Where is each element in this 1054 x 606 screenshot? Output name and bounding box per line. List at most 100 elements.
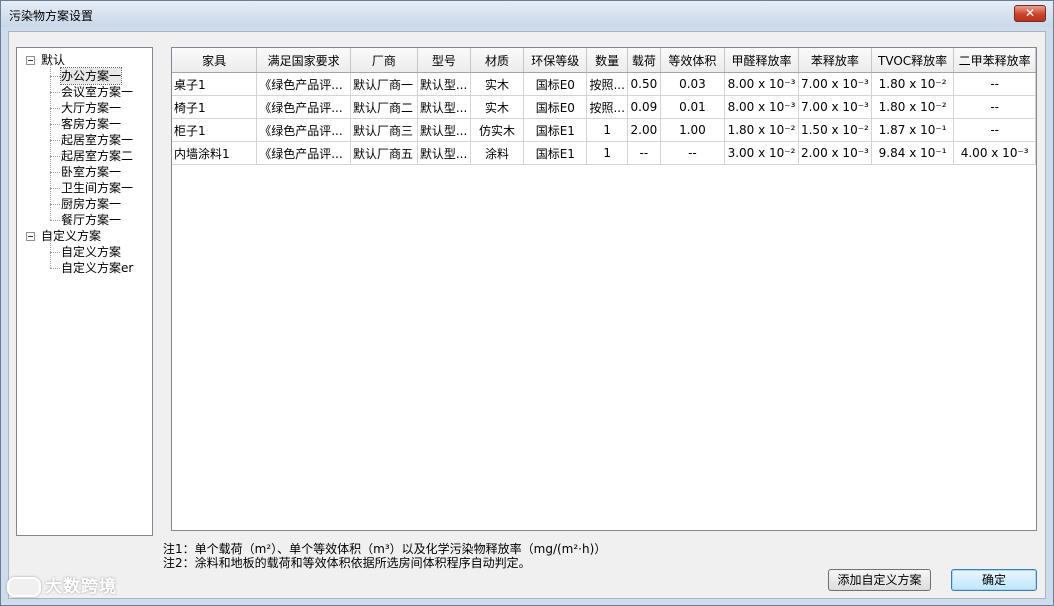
table-cell[interactable]: 国标E0 bbox=[523, 95, 588, 119]
watermark-text: 大数跨境 bbox=[45, 577, 117, 597]
tree-connector bbox=[50, 140, 60, 141]
table-cell[interactable]: 按照... bbox=[586, 72, 628, 96]
table-cell[interactable]: 内墙涂料1 bbox=[172, 141, 258, 165]
column-header[interactable]: 满足国家要求 bbox=[256, 48, 351, 73]
table-cell[interactable]: 3.00 x 10⁻² bbox=[724, 141, 799, 165]
dialog-window: 污染物方案设置 ✕ 默认 办公方案一 会议室方案一 大厅方案一 客房方案一 起居室方案一起… bbox=[0, 0, 1054, 606]
table-cell[interactable]: 《绿色产品评... bbox=[256, 72, 351, 96]
table-cell[interactable]: 0.50 bbox=[627, 72, 661, 96]
table-cell[interactable]: 按照... bbox=[586, 95, 628, 119]
table-cell[interactable]: 国标E1 bbox=[523, 118, 588, 142]
scheme-tree[interactable]: 默认 办公方案一 会议室方案一 大厅方案一 客房方案一 起居室方案一 起居室方案二 卧室方案一… bbox=[16, 47, 153, 536]
column-header[interactable]: 载荷 bbox=[627, 48, 661, 73]
table-cell[interactable]: 0.09 bbox=[627, 95, 661, 119]
column-header[interactable]: 厂商 bbox=[350, 48, 418, 73]
table-cell[interactable]: 《绿色产品评... bbox=[256, 141, 351, 165]
table-cell[interactable]: 1.87 x 10⁻¹ bbox=[871, 118, 955, 142]
column-header[interactable]: 家具 bbox=[172, 48, 258, 73]
ok-button[interactable]: 确定 bbox=[951, 569, 1037, 591]
tree-item[interactable]: 办公方案一 bbox=[59, 67, 123, 85]
column-header[interactable]: 苯释放率 bbox=[798, 48, 872, 73]
table-cell[interactable]: 9.84 x 10⁻¹ bbox=[871, 141, 955, 165]
column-header[interactable]: 环保等级 bbox=[523, 48, 588, 73]
table-row[interactable]: 柜子1 《绿色产品评... 默认厂商三 默认型... 仿实木 国标E1 1 2.00 1.00 1… bbox=[172, 118, 1036, 142]
tree-item[interactable]: 大厅方案一 bbox=[61, 100, 121, 116]
watermark-logo: 大数跨境 bbox=[7, 572, 117, 597]
table-cell[interactable]: 1 bbox=[586, 141, 628, 165]
table-cell[interactable]: 默认型... bbox=[417, 95, 471, 119]
column-header[interactable]: 甲醛释放率 bbox=[724, 48, 799, 73]
table-cell[interactable]: 1.80 x 10⁻² bbox=[871, 72, 955, 96]
column-header[interactable]: 型号 bbox=[417, 48, 471, 73]
table-cell[interactable]: 实木 bbox=[470, 95, 525, 119]
table-row[interactable]: 内墙涂料1 《绿色产品评... 默认厂商五 默认型... 涂料 国标E1 1 -- -- 3.00… bbox=[172, 141, 1036, 165]
column-header[interactable]: 材质 bbox=[470, 48, 525, 73]
tree-item[interactable]: 卫生间方案一 bbox=[61, 180, 133, 196]
table-cell[interactable]: 1.80 x 10⁻² bbox=[871, 95, 955, 119]
tree-item[interactable]: 厨房方案一 bbox=[61, 196, 121, 212]
close-button[interactable]: ✕ bbox=[1014, 5, 1046, 22]
tree-collapse-toggle[interactable] bbox=[26, 56, 35, 65]
column-header[interactable]: 等效体积 bbox=[660, 48, 726, 73]
table-cell[interactable]: 2.00 bbox=[627, 118, 661, 142]
table-cell[interactable]: 《绿色产品评... bbox=[256, 95, 351, 119]
tree-item[interactable]: 自定义方案 bbox=[61, 244, 121, 260]
tree-connector bbox=[50, 172, 60, 173]
table-cell[interactable]: -- bbox=[953, 72, 1036, 96]
table-cell[interactable]: 仿实木 bbox=[470, 118, 525, 142]
dialog-body: 默认 办公方案一 会议室方案一 大厅方案一 客房方案一 起居室方案一 起居室方案二 卧室方案一… bbox=[8, 31, 1046, 599]
tree-connector bbox=[50, 240, 51, 268]
column-header[interactable]: TVOC释放率 bbox=[871, 48, 955, 73]
table-cell[interactable]: 默认厂商五 bbox=[350, 141, 418, 165]
table-cell[interactable]: -- bbox=[953, 95, 1036, 119]
window-title: 污染物方案设置 bbox=[9, 9, 94, 23]
tree-group-label[interactable]: 默认 bbox=[41, 52, 65, 68]
table-cell[interactable]: 8.00 x 10⁻³ bbox=[724, 72, 799, 96]
tree-item[interactable]: 卧室方案一 bbox=[61, 164, 121, 180]
table-cell[interactable]: 涂料 bbox=[470, 141, 525, 165]
table-cell[interactable]: 7.00 x 10⁻³ bbox=[798, 72, 872, 96]
tree-item[interactable]: 起居室方案二 bbox=[61, 148, 133, 164]
tree-item[interactable]: 餐厅方案一 bbox=[61, 212, 121, 228]
table-cell[interactable]: -- bbox=[953, 118, 1036, 142]
table-row[interactable]: 桌子1 《绿色产品评... 默认厂商一 默认型... 实木 国标E0 按照... 0.50 0.… bbox=[172, 72, 1036, 96]
table-cell[interactable]: 1.00 bbox=[660, 118, 726, 142]
table-cell[interactable]: 1 bbox=[586, 118, 628, 142]
notes: 注1：单个载荷（m²）、单个等效体积（m³）以及化学污染物释放率（mg/(m²·… bbox=[163, 542, 606, 570]
table-cell[interactable]: 椅子1 bbox=[172, 95, 258, 119]
furniture-table-container[interactable]: 家具 满足国家要求 厂商 型号 材质 环保等级 数量 载荷 等效体积 甲醛释放率 苯释放率 TVOC释… bbox=[171, 47, 1037, 531]
add-custom-scheme-button[interactable]: 添加自定义方案 bbox=[828, 569, 931, 591]
table-cell[interactable]: -- bbox=[627, 141, 661, 165]
table-cell[interactable]: 4.00 x 10⁻³ bbox=[953, 141, 1036, 165]
table-cell[interactable]: 默认厂商三 bbox=[350, 118, 418, 142]
table-cell[interactable]: 实木 bbox=[470, 72, 525, 96]
table-cell[interactable]: 7.00 x 10⁻³ bbox=[798, 95, 872, 119]
column-header[interactable]: 数量 bbox=[586, 48, 628, 73]
table-cell[interactable]: 默认型... bbox=[417, 72, 471, 96]
table-cell[interactable]: 默认厂商一 bbox=[350, 72, 418, 96]
table-cell[interactable]: 默认厂商二 bbox=[350, 95, 418, 119]
table-cell[interactable]: 8.00 x 10⁻³ bbox=[724, 95, 799, 119]
table-row[interactable]: 椅子1 《绿色产品评... 默认厂商二 默认型... 实木 国标E0 按照... 0.09 0.… bbox=[172, 95, 1036, 119]
tree-item[interactable]: 客房方案一 bbox=[61, 116, 121, 132]
table-cell[interactable]: 0.03 bbox=[660, 72, 726, 96]
table-cell[interactable]: 默认型... bbox=[417, 141, 471, 165]
table-cell[interactable]: 1.80 x 10⁻² bbox=[724, 118, 799, 142]
tree-item[interactable]: 起居室方案一 bbox=[61, 132, 133, 148]
table-cell[interactable]: 国标E0 bbox=[523, 72, 588, 96]
tree-item[interactable]: 会议室方案一 bbox=[61, 84, 133, 100]
table-cell[interactable]: 国标E1 bbox=[523, 141, 588, 165]
tree-item[interactable]: 自定义方案er bbox=[61, 260, 133, 276]
table-cell[interactable]: 《绿色产品评... bbox=[256, 118, 351, 142]
column-header[interactable]: 二甲苯释放率 bbox=[953, 48, 1036, 73]
title-bar[interactable]: 污染物方案设置 ✕ bbox=[1, 1, 1053, 27]
table-cell[interactable]: 1.50 x 10⁻² bbox=[798, 118, 872, 142]
table-cell[interactable]: 2.00 x 10⁻³ bbox=[798, 141, 872, 165]
tree-collapse-toggle[interactable] bbox=[26, 232, 35, 241]
tree-connector bbox=[50, 252, 60, 253]
table-cell[interactable]: 0.01 bbox=[660, 95, 726, 119]
table-cell[interactable]: 柜子1 bbox=[172, 118, 258, 142]
table-cell[interactable]: -- bbox=[660, 141, 726, 165]
table-cell[interactable]: 桌子1 bbox=[172, 72, 258, 96]
table-cell[interactable]: 默认型... bbox=[417, 118, 471, 142]
